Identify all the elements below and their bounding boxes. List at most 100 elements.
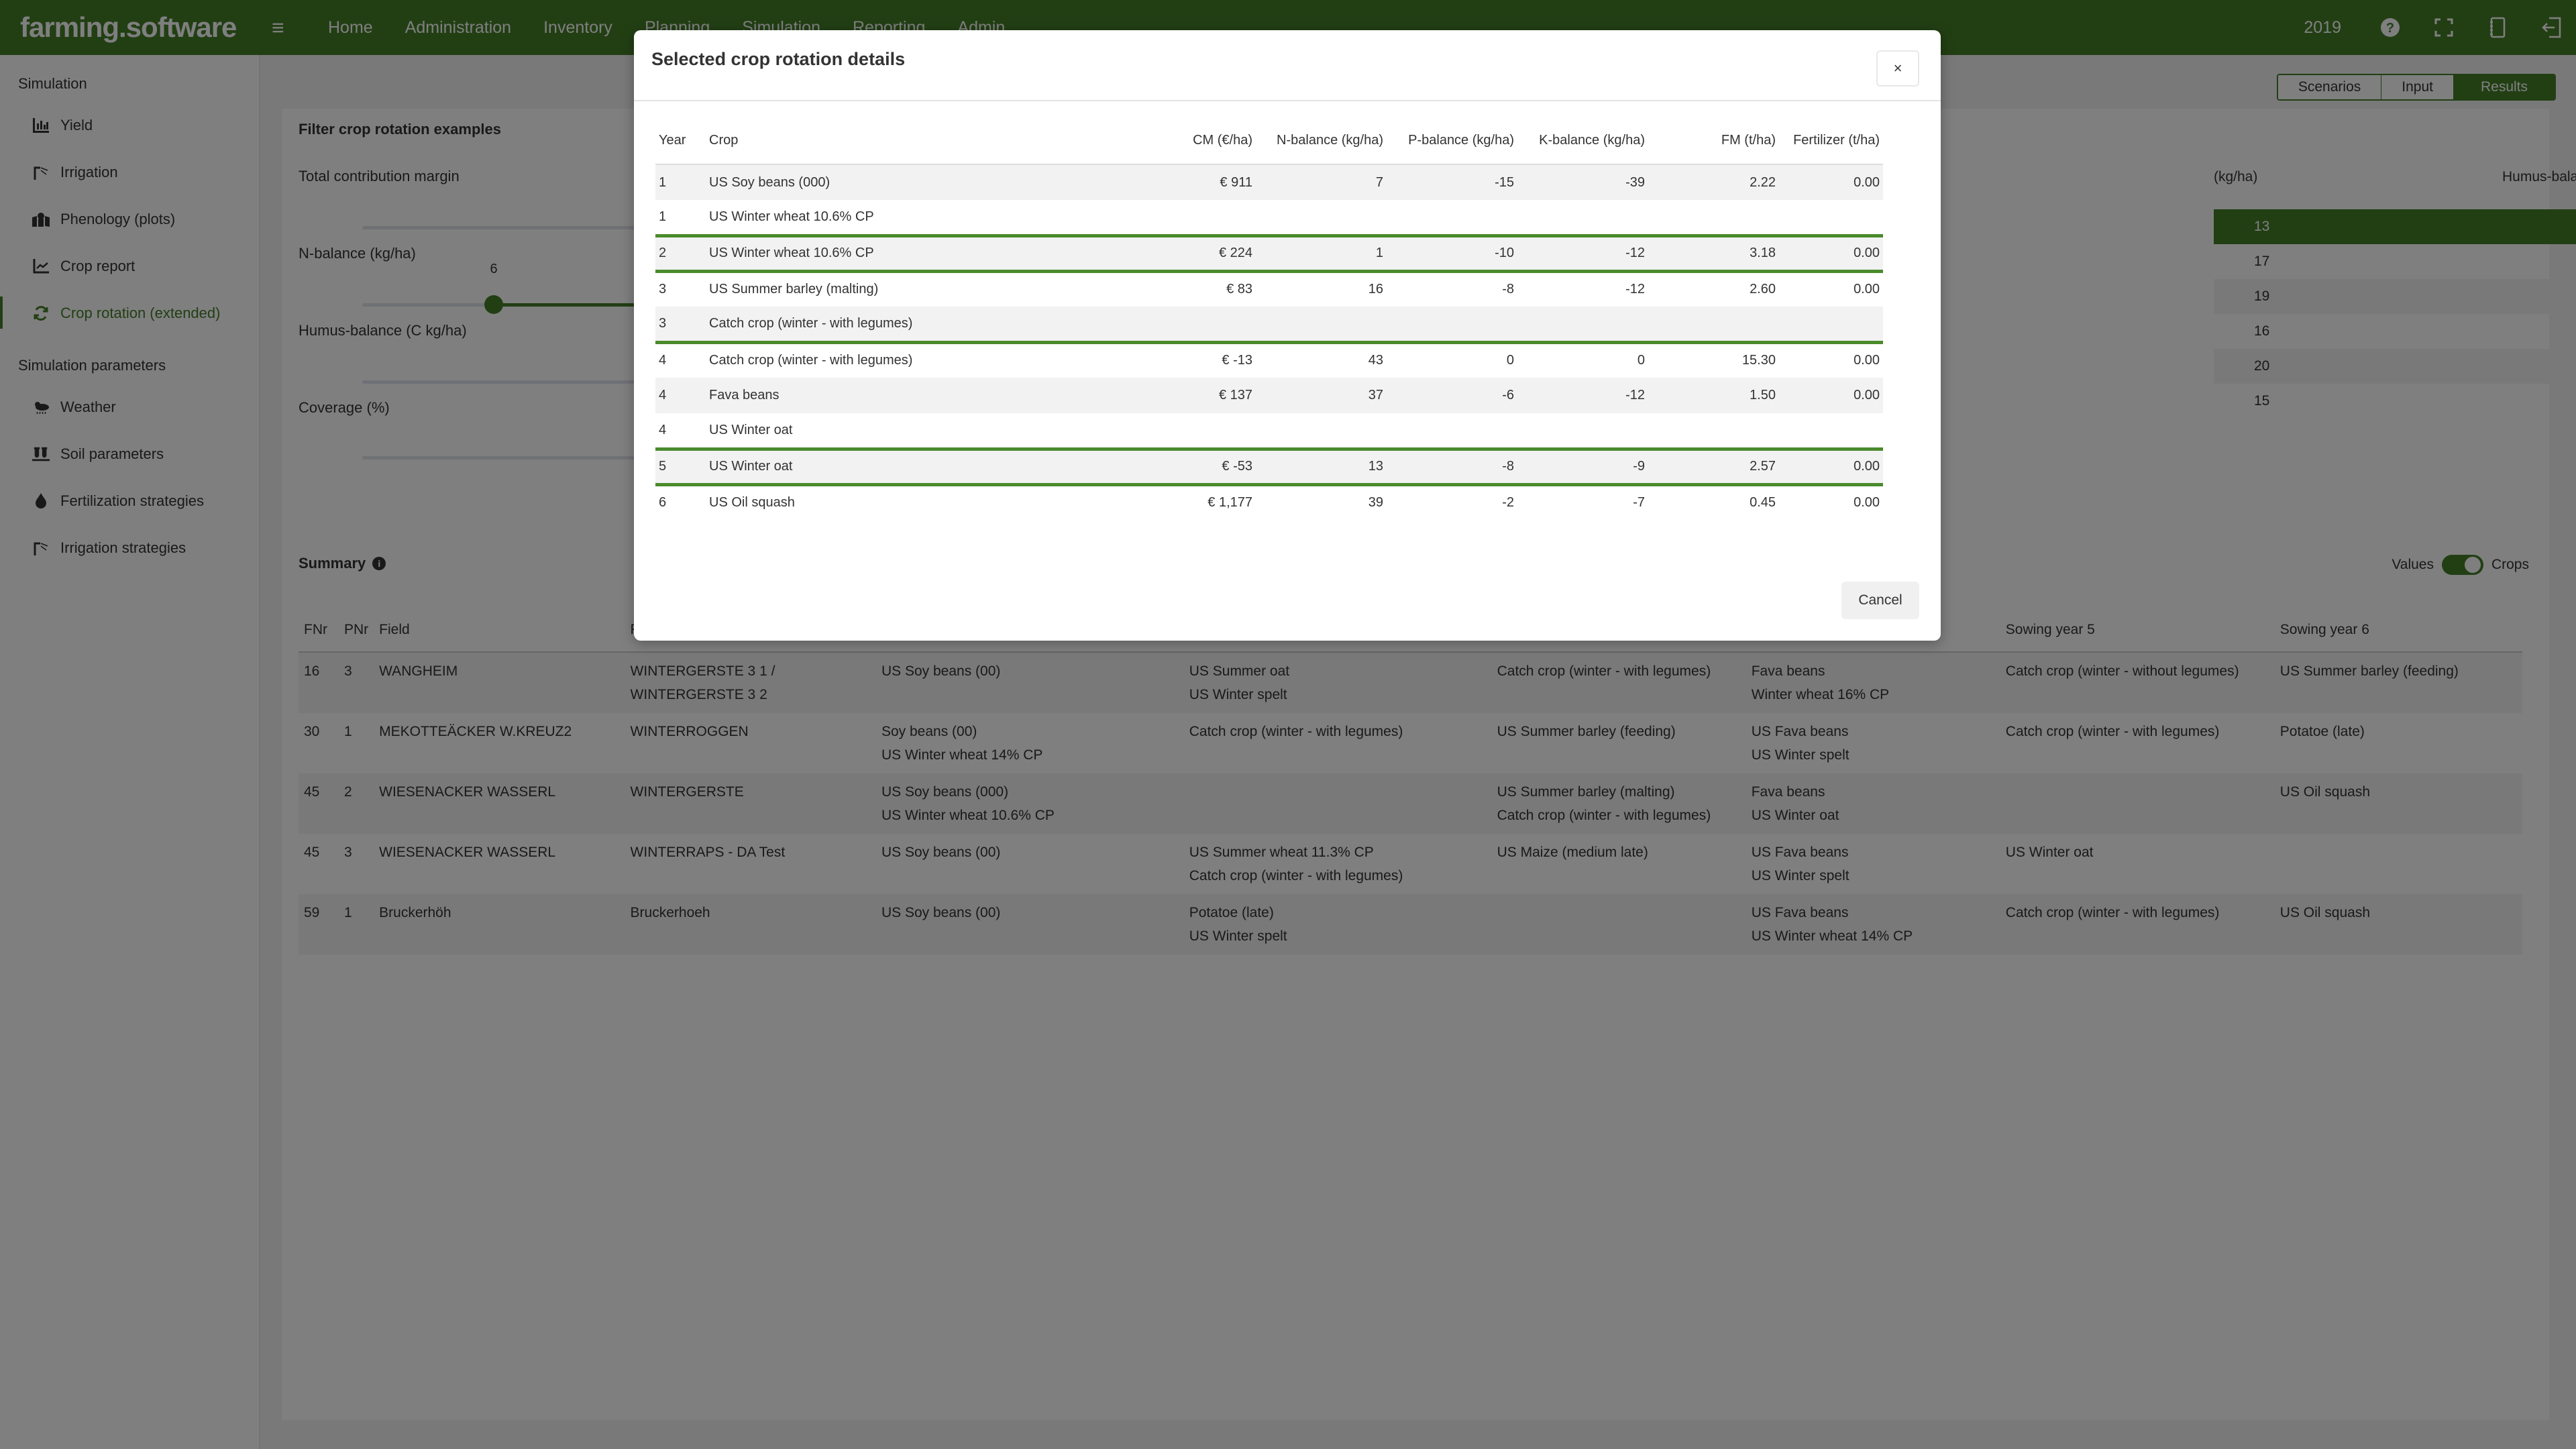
details-header-cell: FM (t/ha) bbox=[1648, 117, 1779, 165]
details-cell-p: -15 bbox=[1387, 164, 1517, 200]
details-cell-k bbox=[1517, 413, 1648, 449]
details-row: 6 US Oil squash € 1,177 39 -2 -7 0.45 0.00 bbox=[655, 482, 1883, 520]
modal-header: Selected crop rotation details × bbox=[634, 30, 1941, 101]
details-cell-year: 6 bbox=[655, 482, 706, 520]
close-button[interactable]: × bbox=[1876, 50, 1919, 87]
details-cell-n: 37 bbox=[1256, 378, 1387, 413]
details-cell-n: 43 bbox=[1256, 340, 1387, 378]
details-row: 4 Fava beans € 137 37 -6 -12 1.50 0.00 bbox=[655, 378, 1883, 413]
details-cell-cm bbox=[1169, 413, 1256, 449]
details-cell-cm: € -53 bbox=[1169, 447, 1256, 484]
details-cell-crop: US Soy beans (000) bbox=[706, 164, 1169, 200]
details-cell-fert: 0.00 bbox=[1779, 164, 1883, 200]
modal-body: Year Crop CM (€/ha) N-balance (kg/ha) P-bala… bbox=[655, 117, 1883, 520]
details-cell-fm: 2.60 bbox=[1648, 269, 1779, 307]
rotation-details-table: Year Crop CM (€/ha) N-balance (kg/ha) P-bala… bbox=[655, 117, 1883, 520]
details-cell-fert bbox=[1779, 307, 1883, 342]
details-cell-n: 16 bbox=[1256, 269, 1387, 307]
details-cell-cm: € 911 bbox=[1169, 164, 1256, 200]
details-cell-crop: US Oil squash bbox=[706, 482, 1169, 520]
details-cell-fm: 1.50 bbox=[1648, 378, 1779, 413]
details-cell-cm: € 137 bbox=[1169, 378, 1256, 413]
details-cell-cm: € 83 bbox=[1169, 269, 1256, 307]
details-cell-k: -9 bbox=[1517, 447, 1648, 484]
details-cell-fm: 0.45 bbox=[1648, 482, 1779, 520]
details-cell-k: -12 bbox=[1517, 233, 1648, 271]
details-cell-year: 2 bbox=[655, 233, 706, 271]
details-cell-k: -7 bbox=[1517, 482, 1648, 520]
details-header-cell: Crop bbox=[706, 117, 1169, 165]
details-cell-crop: US Winter oat bbox=[709, 422, 793, 437]
details-row: 1 US Winter wheat 10.6% CP bbox=[655, 200, 1883, 235]
details-cell-n: 1 bbox=[1256, 233, 1387, 271]
details-cell-year: 4 bbox=[659, 422, 667, 437]
details-header-cell: CM (€/ha) bbox=[1169, 117, 1256, 165]
details-cell-year: 1 bbox=[659, 209, 667, 224]
details-cell-crop: US Winter oat bbox=[706, 447, 1169, 484]
details-cell-k: -12 bbox=[1517, 378, 1648, 413]
close-icon: × bbox=[1893, 60, 1902, 76]
details-cell-k bbox=[1517, 200, 1648, 235]
details-cell-crop: Catch crop (winter - with legumes) bbox=[706, 307, 1169, 342]
crop-rotation-details-modal: Selected crop rotation details × Year Cro… bbox=[634, 30, 1941, 641]
details-cell-fm bbox=[1648, 413, 1779, 449]
details-cell-n bbox=[1256, 200, 1387, 235]
details-header-cell: N-balance (kg/ha) bbox=[1256, 117, 1387, 165]
details-cell-p: -6 bbox=[1387, 378, 1517, 413]
details-row: 5 US Winter oat € -53 13 -8 -9 2.57 0.00 bbox=[655, 447, 1883, 484]
details-cell-p bbox=[1387, 413, 1517, 449]
details-cell-p bbox=[1387, 307, 1517, 342]
details-cell-fm: 15.30 bbox=[1648, 340, 1779, 378]
details-cell-crop: US Summer barley (malting) bbox=[706, 269, 1169, 307]
details-cell-fm: 2.22 bbox=[1648, 164, 1779, 200]
details-cell-p: -10 bbox=[1387, 233, 1517, 271]
details-cell-crop: Fava beans bbox=[706, 378, 1169, 413]
details-cell-p: -8 bbox=[1387, 447, 1517, 484]
details-cell-fert: 0.00 bbox=[1779, 340, 1883, 378]
details-header-cell: P-balance (kg/ha) bbox=[1387, 117, 1517, 165]
details-cell-k: -12 bbox=[1517, 269, 1648, 307]
details-cell-year: 4 bbox=[655, 378, 706, 413]
details-cell-k: 0 bbox=[1517, 340, 1648, 378]
details-cell-year: 3 bbox=[655, 307, 706, 342]
cancel-button[interactable]: Cancel bbox=[1841, 582, 1919, 619]
details-cell-fert: 0.00 bbox=[1779, 482, 1883, 520]
details-cell-fert: 0.00 bbox=[1779, 378, 1883, 413]
details-cell-fm bbox=[1648, 200, 1779, 235]
details-cell-fert: 0.00 bbox=[1779, 447, 1883, 484]
details-cell-year: 1 bbox=[655, 164, 706, 200]
details-cell-fert bbox=[1779, 413, 1883, 449]
details-cell-k bbox=[1517, 307, 1648, 342]
details-cell-fm bbox=[1648, 307, 1779, 342]
details-row: 4 US Winter oat bbox=[655, 413, 1883, 449]
details-cell-k: -39 bbox=[1517, 164, 1648, 200]
details-cell-p: -2 bbox=[1387, 482, 1517, 520]
details-cell-year: 5 bbox=[655, 447, 706, 484]
details-cell-cm: € -13 bbox=[1169, 340, 1256, 378]
details-cell-n: 13 bbox=[1256, 447, 1387, 484]
details-cell-cm: € 1,177 bbox=[1169, 482, 1256, 520]
details-cell-p: 0 bbox=[1387, 340, 1517, 378]
details-cell-n bbox=[1256, 413, 1387, 449]
details-header-cell: Year bbox=[655, 117, 706, 165]
details-cell-fert bbox=[1779, 200, 1883, 235]
details-row: 4 Catch crop (winter - with legumes) € -13… bbox=[655, 340, 1883, 378]
details-row: 2 US Winter wheat 10.6% CP € 224 1 -10 -12 3.1… bbox=[655, 233, 1883, 271]
details-header-cell: K-balance (kg/ha) bbox=[1517, 117, 1648, 165]
details-row: 3 Catch crop (winter - with legumes) bbox=[655, 307, 1883, 342]
details-cell-n: 39 bbox=[1256, 482, 1387, 520]
modal-title: Selected crop rotation details bbox=[651, 49, 906, 69]
details-cell-cm bbox=[1169, 307, 1256, 342]
details-cell-crop: Catch crop (winter - with legumes) bbox=[706, 340, 1169, 378]
details-cell-fm: 2.57 bbox=[1648, 447, 1779, 484]
details-cell-p bbox=[1387, 200, 1517, 235]
details-cell-year: 3 bbox=[655, 269, 706, 307]
details-cell-cm: € 224 bbox=[1169, 233, 1256, 271]
details-cell-n: 7 bbox=[1256, 164, 1387, 200]
details-cell-p: -8 bbox=[1387, 269, 1517, 307]
details-cell-cm bbox=[1169, 200, 1256, 235]
details-cell-fert: 0.00 bbox=[1779, 233, 1883, 271]
details-header-cell: Fertilizer (t/ha) bbox=[1779, 117, 1883, 165]
details-cell-n bbox=[1256, 307, 1387, 342]
details-cell-fm: 3.18 bbox=[1648, 233, 1779, 271]
